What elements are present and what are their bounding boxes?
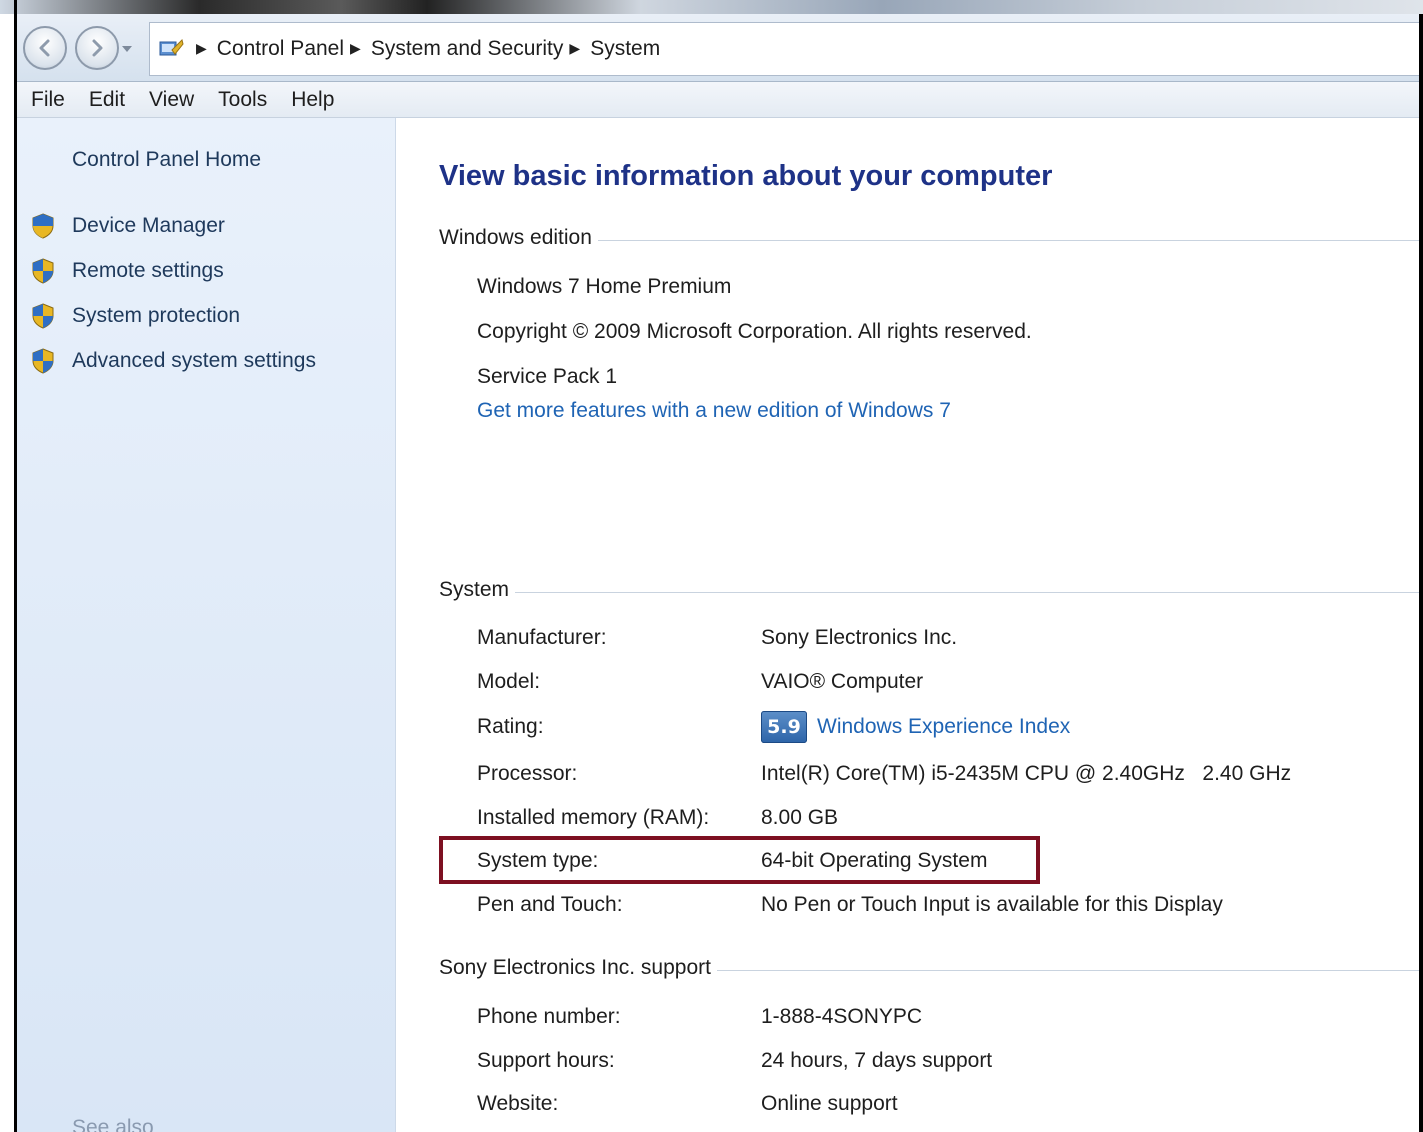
window-right-border	[1419, 14, 1423, 1132]
sidebar-item-label: Advanced system settings	[72, 349, 316, 372]
row-label: Processor:	[477, 762, 578, 785]
system-section-heading: System	[439, 578, 1423, 602]
row-label: Model:	[477, 670, 541, 693]
support-row-website: Website: Online support	[477, 1092, 1417, 1116]
row-value: 8.00 GB	[761, 806, 839, 829]
sidebar-item-advanced-system-settings[interactable]: Advanced system settings	[29, 347, 316, 375]
system-row-model: Model: VAIO® Computer	[477, 670, 1417, 694]
menu-bar: File Edit View Tools Help	[17, 82, 1423, 118]
sidebar-item-label: Remote settings	[72, 259, 224, 282]
section-divider	[716, 969, 1423, 971]
sidebar-item-label: System protection	[72, 304, 241, 327]
row-label: Phone number:	[477, 1005, 621, 1028]
control-panel-icon	[159, 39, 184, 56]
menu-help[interactable]: Help	[291, 88, 334, 112]
uac-shield-icon	[32, 258, 54, 284]
sidebar-see-also-heading: See also	[72, 1116, 154, 1132]
main-content: View basic information about your comput…	[396, 118, 1423, 1132]
support-row-phone-number: Phone number: 1-888-4SONYPC	[477, 1005, 1417, 1029]
menu-edit[interactable]: Edit	[89, 88, 125, 112]
upgrade-edition-link[interactable]: Get more features with a new edition of …	[477, 399, 951, 423]
row-label: Support hours:	[477, 1049, 615, 1072]
section-divider	[597, 239, 1423, 241]
sidebar-item-remote-settings[interactable]: Remote settings	[29, 257, 224, 285]
row-value: No Pen or Touch Input is available for t…	[761, 893, 1223, 916]
online-support-link[interactable]: Online support	[761, 1092, 898, 1116]
system-row-pen-and-touch: Pen and Touch: No Pen or Touch Input is …	[477, 893, 1417, 917]
recent-pages-dropdown-icon[interactable]	[121, 44, 133, 54]
window: ▶ Control Panel ▶ System and Security ▶ …	[0, 0, 1423, 1132]
row-label: Website:	[477, 1092, 559, 1115]
sidebar-item-label: Device Manager	[72, 214, 225, 237]
row-value: 64-bit Operating System	[761, 849, 988, 872]
row-value: VAIO® Computer	[761, 670, 924, 693]
support-section-heading: Sony Electronics Inc. support	[439, 956, 1423, 980]
menu-tools[interactable]: Tools	[218, 88, 267, 112]
sidebar-control-panel-home[interactable]: Control Panel Home	[72, 148, 261, 172]
forward-arrow-icon	[92, 39, 103, 57]
menu-view[interactable]: View	[149, 88, 194, 112]
sidebar-item-device-manager[interactable]: Device Manager	[29, 212, 225, 240]
back-arrow-icon	[39, 39, 50, 57]
copyright-text: Copyright © 2009 Microsoft Corporation. …	[477, 320, 1032, 343]
forward-button[interactable]	[75, 26, 119, 70]
row-value: 1-888-4SONYPC	[761, 1005, 923, 1028]
system-row-installed-memory: Installed memory (RAM): 8.00 GB	[477, 806, 1417, 830]
breadcrumb[interactable]: ▶ Control Panel ▶ System and Security ▶ …	[149, 22, 1423, 76]
back-button[interactable]	[23, 26, 67, 70]
section-heading-text: Sony Electronics Inc. support	[439, 956, 711, 979]
uac-shield-icon	[32, 348, 54, 374]
system-row-processor: Processor: Intel(R) Core(TM) i5-2435M CP…	[477, 762, 1417, 786]
system-row-rating: Rating: 5.9 Windows Experience Index	[477, 711, 1417, 743]
system-row-manufacturer: Manufacturer: Sony Electronics Inc.	[477, 626, 1417, 650]
uac-shield-icon	[32, 303, 54, 329]
row-value: 24 hours, 7 days support	[761, 1049, 993, 1072]
breadcrumb-control-panel[interactable]: Control Panel	[217, 37, 344, 61]
row-value: Sony Electronics Inc.	[761, 626, 958, 649]
system-row-system-type: System type: 64-bit Operating System	[477, 849, 1417, 873]
section-heading-text: Windows edition	[439, 226, 592, 249]
row-label: System type:	[477, 849, 599, 872]
row-label: Manufacturer:	[477, 626, 607, 649]
breadcrumb-separator-icon[interactable]: ▶	[350, 41, 361, 57]
windows-edition-name: Windows 7 Home Premium	[477, 275, 732, 298]
breadcrumb-system-and-security[interactable]: System and Security	[371, 37, 564, 61]
row-label: Rating:	[477, 715, 544, 738]
experience-index-link[interactable]: Windows Experience Index	[817, 715, 1070, 739]
window-top-strip	[0, 0, 1423, 14]
rating-value: 5.9 Windows Experience Index	[761, 711, 1070, 743]
service-pack-text: Service Pack 1	[477, 365, 618, 388]
section-divider	[515, 591, 1423, 593]
row-label: Pen and Touch:	[477, 893, 623, 916]
menu-file[interactable]: File	[31, 88, 65, 112]
uac-shield-icon	[32, 213, 54, 239]
breadcrumb-separator-icon[interactable]: ▶	[569, 41, 580, 57]
row-value: Intel(R) Core(TM) i5-2435M CPU @ 2.40GHz…	[761, 762, 1292, 785]
breadcrumb-system[interactable]: System	[590, 37, 660, 61]
section-heading-text: System	[439, 578, 510, 601]
row-label: Installed memory (RAM):	[477, 806, 710, 829]
breadcrumb-separator-icon: ▶	[196, 41, 207, 57]
address-bar: ▶ Control Panel ▶ System and Security ▶ …	[17, 14, 1423, 82]
support-row-support-hours: Support hours: 24 hours, 7 days support	[477, 1049, 1417, 1073]
experience-index-badge[interactable]: 5.9	[761, 711, 807, 743]
windows-edition-section-heading: Windows edition	[439, 226, 1423, 250]
page-title: View basic information about your comput…	[439, 160, 1053, 192]
sidebar-item-system-protection[interactable]: System protection	[29, 302, 240, 330]
sidebar: Control Panel Home Device Manager Remote…	[17, 118, 396, 1132]
